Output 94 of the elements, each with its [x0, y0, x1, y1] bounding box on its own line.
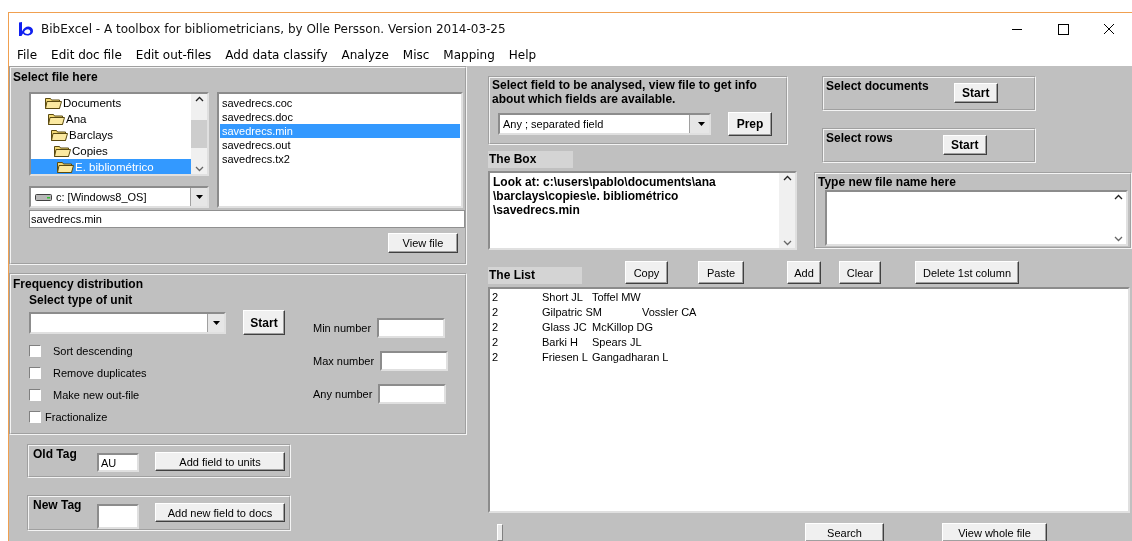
tag-label: New Tag	[33, 498, 83, 512]
panel-title: Select documents	[826, 79, 929, 93]
folder-icon	[48, 113, 65, 125]
checkbox-label: Sort descending	[53, 344, 133, 357]
menu-item[interactable]: Mapping	[443, 48, 500, 62]
scroll-down-icon[interactable]	[782, 240, 792, 246]
list-area[interactable]: 2 Short JL Toffel MW 2 Gilpatric SM Vossler CA 2 Glass JC McKillop DG 2 Barki H Spears JL 2 Friesen L Gangadharan L	[488, 287, 1130, 513]
text-box[interactable]: Look at: c:\users\pablo\documents\ana \barclays\copies\e. bibliométrico \savedrecs.min	[488, 171, 797, 250]
file-list[interactable]: savedrecs.coc savedrecs.doc savedrecs.min savedrecs.out savedrecs.tx2	[217, 92, 463, 208]
number-label: Min number	[313, 322, 372, 334]
menu-item[interactable]: Edit doc file	[51, 48, 127, 62]
list-button[interactable]: Delete 1st column	[915, 261, 1019, 284]
tag-label: Old Tag	[33, 447, 78, 461]
menu-item[interactable]: Edit out-files	[135, 48, 217, 62]
list-button[interactable]: Add	[787, 261, 821, 284]
number-field[interactable]	[380, 351, 449, 371]
view-file-button[interactable]: View file	[388, 233, 458, 253]
list-button[interactable]: Copy	[625, 261, 668, 284]
scroll-up-icon[interactable]	[782, 175, 792, 181]
list-item[interactable]: savedrecs.tx2	[220, 152, 460, 166]
checkbox-label: Make new out-file	[53, 388, 140, 401]
scrollbar[interactable]	[191, 94, 207, 174]
caret-icon	[212, 320, 220, 325]
panel-title: Type new file name here	[818, 175, 957, 189]
checkbox-label: Remove duplicates	[53, 366, 147, 379]
dropdown-button[interactable]	[689, 115, 709, 133]
list-row-text: 2 Short JL Toffel MW	[492, 290, 642, 305]
checkbox[interactable]	[29, 366, 41, 379]
number-field[interactable]	[378, 384, 447, 404]
drive-select[interactable]: c: [Windows8_OS]	[29, 186, 209, 208]
scroll-up-icon[interactable]	[1113, 194, 1123, 200]
start-button[interactable]: Start	[953, 83, 998, 103]
folder-item[interactable]: Documents	[31, 95, 191, 111]
list-row-text: 2 Gilpatric SM Vossler CA	[492, 305, 698, 320]
folder-icon	[51, 129, 68, 141]
menu-item[interactable]: Help	[508, 48, 542, 62]
list-item[interactable]: savedrecs.coc	[220, 96, 460, 110]
scroll-up-icon[interactable]	[194, 96, 204, 102]
filename-field[interactable]: savedrecs.min	[29, 210, 465, 228]
tag-field[interactable]: AU	[97, 453, 139, 472]
folder-icon	[57, 161, 74, 173]
checkbox[interactable]	[29, 388, 41, 401]
scrollbar[interactable]	[779, 173, 795, 248]
folder-icon	[45, 97, 62, 109]
list-row-text: 2 Barki H Spears JL	[492, 335, 643, 350]
search-button[interactable]: Search	[805, 523, 884, 541]
window-title: BibExcel - A toolbox for bibliometricians, by Olle Persson. Version 2014-03-25	[41, 21, 506, 36]
list-button[interactable]: Paste	[698, 261, 744, 284]
prep-button[interactable]: Prep	[728, 112, 772, 136]
panel-title: Select field to be analysed, view file to get info about which fields are available.	[492, 78, 758, 106]
status-field	[497, 524, 503, 541]
caret-icon	[697, 122, 705, 126]
checkbox-label: Fractionalize	[45, 410, 108, 423]
start-button[interactable]: Start	[942, 135, 987, 155]
folder-item[interactable]: Barclays	[31, 127, 191, 143]
folder-item[interactable]: Ana	[31, 111, 191, 127]
scroll-down-icon[interactable]	[1113, 236, 1123, 242]
dropdown-button[interactable]	[190, 188, 207, 206]
menu-item[interactable]: Analyze	[341, 48, 394, 62]
menu-item[interactable]: Misc	[402, 48, 435, 62]
list-row-text: 2 Glass JC McKillop DG	[492, 320, 655, 335]
number-label: Any number	[313, 388, 373, 400]
checkbox[interactable]	[29, 410, 41, 423]
panel-title: Frequency distribution	[13, 277, 143, 291]
box-text: Look at: c:\users\pablo\documents\ana \barclays\copies\e. bibliométrico \savedrecs.min	[492, 174, 717, 219]
list-button[interactable]: Clear	[839, 261, 881, 284]
list-item[interactable]: savedrecs.out	[220, 138, 460, 152]
file-name-field[interactable]	[825, 190, 1128, 246]
box-label: The Box	[488, 151, 573, 168]
unit-label: Select type of unit	[29, 293, 134, 307]
view-file-button[interactable]: View whole file	[942, 523, 1047, 541]
caret-icon	[195, 195, 203, 199]
drive-icon	[35, 192, 52, 202]
dropdown-button[interactable]	[207, 313, 224, 332]
tag-field[interactable]	[97, 504, 139, 529]
number-field[interactable]	[377, 318, 446, 338]
folder-item[interactable]: Copies	[31, 143, 191, 159]
list-item[interactable]: savedrecs.doc	[220, 110, 460, 124]
number-label: Max number	[313, 355, 375, 367]
list-row-text: 2 Friesen L Gangadharan L	[492, 350, 670, 365]
panel-title: Select rows	[826, 131, 893, 145]
list-label: The List	[488, 267, 582, 284]
start-button[interactable]: Start	[243, 310, 285, 335]
menu-item[interactable]: File	[17, 48, 43, 62]
panel-title: Select file here	[13, 70, 98, 84]
menu-item[interactable]: Add data classify	[225, 48, 333, 62]
scroll-down-icon[interactable]	[194, 166, 204, 172]
folder-list[interactable]: Documents Ana Barclays Copies E. bibliométrico	[29, 92, 209, 176]
add-field-button[interactable]: Add new field to docs	[155, 503, 285, 522]
field-select[interactable]: Any ; separated field	[498, 113, 711, 135]
app-logo-icon	[17, 20, 34, 37]
folder-icon	[54, 145, 71, 157]
add-field-button[interactable]: Add field to units	[155, 452, 285, 471]
checkbox[interactable]	[29, 344, 41, 357]
